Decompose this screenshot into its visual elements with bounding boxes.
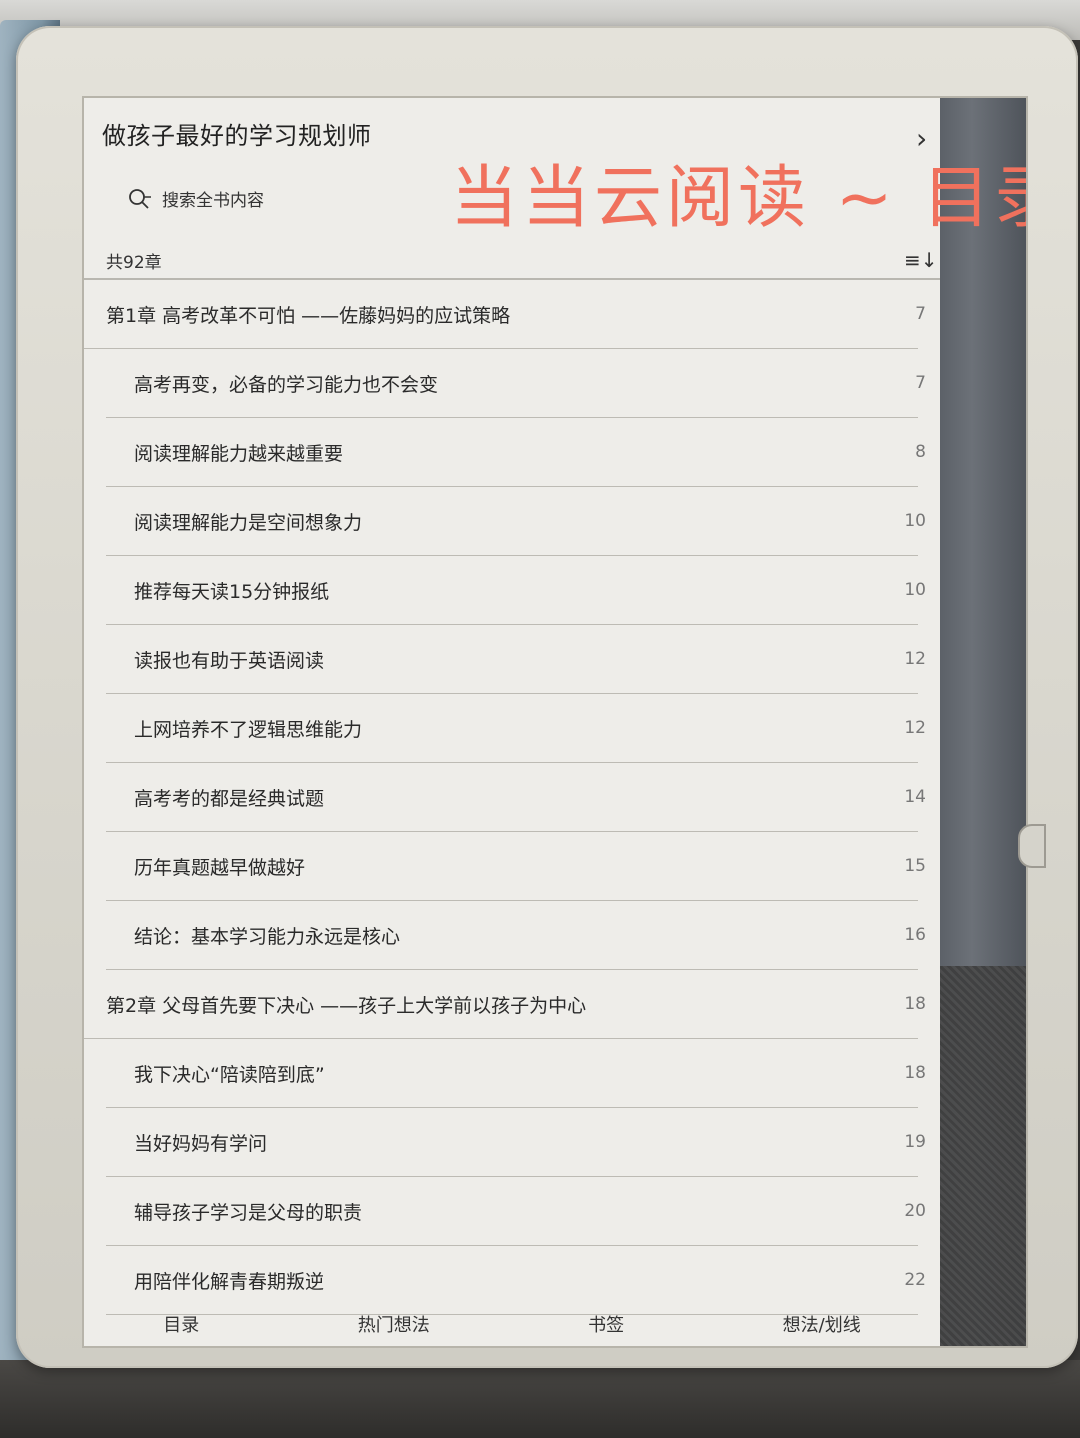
toc-item-page: 8	[915, 442, 926, 462]
tab-bar: 目录 热门想法 书签 想法/划线	[84, 1300, 940, 1346]
toc-section-item[interactable]: 结论：基本学习能力永远是核心 16	[106, 901, 926, 970]
reader-page-texture	[936, 966, 1026, 1346]
toc-item-page: 22	[904, 1270, 926, 1290]
tab-0[interactable]: 目录	[153, 1305, 209, 1343]
background-table	[0, 1360, 1080, 1438]
toc-item-page: 12	[904, 718, 926, 738]
toc-item-label: 辅导孩子学习是父母的职责	[134, 1201, 363, 1224]
toc-item-page: 16	[904, 925, 926, 945]
toc-section-item[interactable]: 我下决心“陪读陪到底” 18	[106, 1039, 926, 1108]
toc-item-label: 推荐每天读15分钟报纸	[134, 580, 330, 603]
toc-item-label: 高考考的都是经典试题	[134, 787, 325, 810]
chapter-count: 共92章	[106, 253, 162, 273]
toc-panel: 做孩子最好的学习规划师 › 搜索全书内容 当当云阅读 ~ 目录 共92章 ≡↓ …	[84, 98, 1026, 1346]
toc-item-page: 19	[904, 1132, 926, 1152]
toc-item-label: 当好妈妈有学问	[134, 1132, 268, 1155]
toc-section-item[interactable]: 推荐每天读15分钟报纸 10	[106, 556, 926, 625]
toc-item-label: 第2章 父母首先要下决心 ——孩子上大学前以孩子为中心	[106, 994, 587, 1017]
toc-item-label: 第1章 高考改革不可怕 ——佐藤妈妈的应试策略	[106, 304, 511, 327]
toc-item-label: 高考再变，必备的学习能力也不会变	[134, 373, 439, 396]
overlay-caption: 当当云阅读 ~ 目录	[450, 159, 1028, 238]
tab-2[interactable]: 书签	[578, 1305, 634, 1343]
toc-item-page: 12	[904, 649, 926, 669]
toc-item-page: 7	[915, 304, 926, 324]
toc-section-item[interactable]: 高考考的都是经典试题 14	[106, 763, 926, 832]
toc-section-item[interactable]: 阅读理解能力越来越重要 8	[106, 418, 926, 487]
book-title: 做孩子最好的学习规划师	[102, 122, 372, 150]
toc-item-label: 阅读理解能力是空间想象力	[134, 511, 363, 534]
toc-item-page: 7	[915, 373, 926, 393]
toc-section-item[interactable]: 历年真题越早做越好 15	[106, 832, 926, 901]
toc-item-label: 读报也有助于英语阅读	[134, 649, 325, 672]
search-bar[interactable]: 搜索全书内容	[128, 186, 264, 211]
toc-section-item[interactable]: 当好妈妈有学问 19	[106, 1108, 926, 1177]
toc-item-label: 用陪伴化解青春期叛逆	[134, 1270, 325, 1293]
toc-item-page: 10	[904, 511, 926, 531]
toc-item-label: 阅读理解能力越来越重要	[134, 442, 344, 465]
toc-item-page: 15	[904, 856, 926, 876]
toc-item-page: 20	[904, 1201, 926, 1221]
ereader-screen: 做孩子最好的学习规划师 › 搜索全书内容 当当云阅读 ~ 目录 共92章 ≡↓ …	[82, 96, 1028, 1348]
ereader-device: 做孩子最好的学习规划师 › 搜索全书内容 当当云阅读 ~ 目录 共92章 ≡↓ …	[16, 26, 1078, 1368]
reader-page-edge	[936, 98, 1026, 1346]
toc-item-label: 历年真题越早做越好	[134, 856, 306, 879]
toc-item-page: 14	[904, 787, 926, 807]
search-label: 搜索全书内容	[162, 191, 264, 211]
tab-1[interactable]: 热门想法	[348, 1305, 440, 1343]
sort-order-icon[interactable]: ≡↓	[904, 248, 938, 272]
toc-item-label: 结论：基本学习能力永远是核心	[134, 925, 401, 948]
toc-section-item[interactable]: 上网培养不了逻辑思维能力 12	[106, 694, 926, 763]
toc-section-item[interactable]: 阅读理解能力是空间想象力 10	[106, 487, 926, 556]
toc-chapter-item[interactable]: 第2章 父母首先要下决心 ——孩子上大学前以孩子为中心 18	[84, 970, 926, 1039]
toc-section-item[interactable]: 辅导孩子学习是父母的职责 20	[106, 1177, 926, 1246]
search-icon	[128, 188, 152, 210]
toc-chapter-item[interactable]: 第1章 高考改革不可怕 ——佐藤妈妈的应试策略 7	[84, 280, 926, 349]
tab-3[interactable]: 想法/划线	[773, 1305, 871, 1343]
toc-item-page: 18	[904, 1063, 926, 1083]
toc-item-page: 18	[904, 994, 926, 1014]
toc-item-page: 10	[904, 580, 926, 600]
toc-item-label: 我下决心“陪读陪到底”	[134, 1063, 325, 1086]
toc-section-item[interactable]: 高考再变，必备的学习能力也不会变 7	[106, 349, 926, 418]
toc-list: 第1章 高考改革不可怕 ——佐藤妈妈的应试策略 7 高考再变，必备的学习能力也不会变…	[84, 280, 940, 1315]
side-page-button[interactable]	[1018, 824, 1046, 868]
toc-item-label: 上网培养不了逻辑思维能力	[134, 718, 363, 741]
toc-section-item[interactable]: 读报也有助于英语阅读 12	[106, 625, 926, 694]
